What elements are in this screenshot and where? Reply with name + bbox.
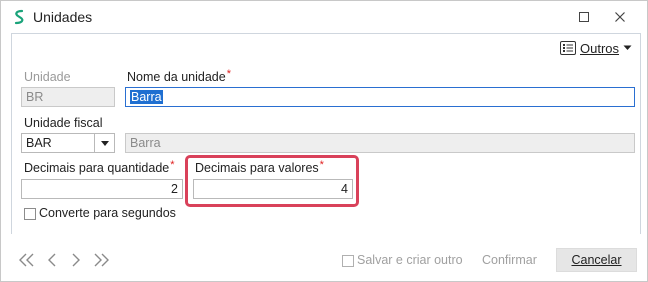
unidade-fiscal-description: Barra bbox=[125, 133, 635, 153]
double-chevron-right-icon bbox=[94, 253, 109, 267]
title-bar: Unidades bbox=[1, 1, 647, 33]
decimais-quantidade-input[interactable]: 2 bbox=[21, 179, 183, 199]
decimais-quantidade-label: Decimais para quantidade* bbox=[24, 159, 175, 175]
close-icon bbox=[615, 12, 625, 22]
chevron-left-icon bbox=[48, 253, 56, 267]
nome-unidade-input[interactable]: Barra bbox=[125, 87, 635, 107]
next-record-button[interactable] bbox=[65, 249, 87, 271]
app-logo-icon bbox=[12, 9, 26, 25]
unidade-fiscal-label: Unidade fiscal bbox=[24, 116, 103, 130]
decimais-quantidade-label-text: Decimais para quantidade bbox=[24, 161, 170, 175]
first-record-button[interactable] bbox=[16, 249, 38, 271]
salvar-criar-outro-label: Salvar e criar outro bbox=[357, 253, 463, 267]
nome-unidade-label-text: Nome da unidade bbox=[127, 70, 226, 84]
chevron-right-icon bbox=[72, 253, 80, 267]
last-record-button[interactable] bbox=[90, 249, 112, 271]
unidade-field: BR bbox=[21, 87, 115, 107]
confirmar-button[interactable]: Confirmar bbox=[482, 253, 537, 267]
required-mark: * bbox=[226, 68, 231, 80]
list-icon bbox=[560, 41, 576, 55]
cancelar-button[interactable]: Cancelar bbox=[556, 248, 637, 272]
highlight-box bbox=[185, 155, 359, 207]
nome-unidade-selected-text: Barra bbox=[130, 90, 163, 104]
unidade-fiscal-select[interactable]: BAR bbox=[21, 133, 95, 153]
unidade-label: Unidade bbox=[24, 70, 71, 84]
salvar-criar-outro-checkbox[interactable] bbox=[342, 255, 354, 267]
maximize-button[interactable] bbox=[572, 7, 596, 27]
close-button[interactable] bbox=[608, 7, 632, 27]
window-title: Unidades bbox=[33, 9, 93, 25]
nome-unidade-label: Nome da unidade* bbox=[127, 68, 231, 84]
maximize-icon bbox=[579, 12, 589, 22]
caret-down-icon bbox=[100, 140, 109, 146]
unidades-dialog: Unidades Outros Unidade BR Nome da unida… bbox=[0, 0, 648, 282]
unidade-fiscal-dropdown-button[interactable] bbox=[95, 133, 115, 153]
outros-label: Outros bbox=[580, 40, 620, 56]
caret-down-icon bbox=[623, 45, 632, 50]
required-mark: * bbox=[170, 159, 175, 171]
double-chevron-left-icon bbox=[19, 253, 34, 267]
converte-segundos-checkbox[interactable] bbox=[24, 208, 36, 220]
outros-menu-button[interactable]: Outros bbox=[560, 38, 632, 58]
cancelar-label: Cancelar bbox=[571, 253, 622, 267]
previous-record-button[interactable] bbox=[41, 249, 63, 271]
converte-segundos-label: Converte para segundos bbox=[39, 206, 176, 220]
